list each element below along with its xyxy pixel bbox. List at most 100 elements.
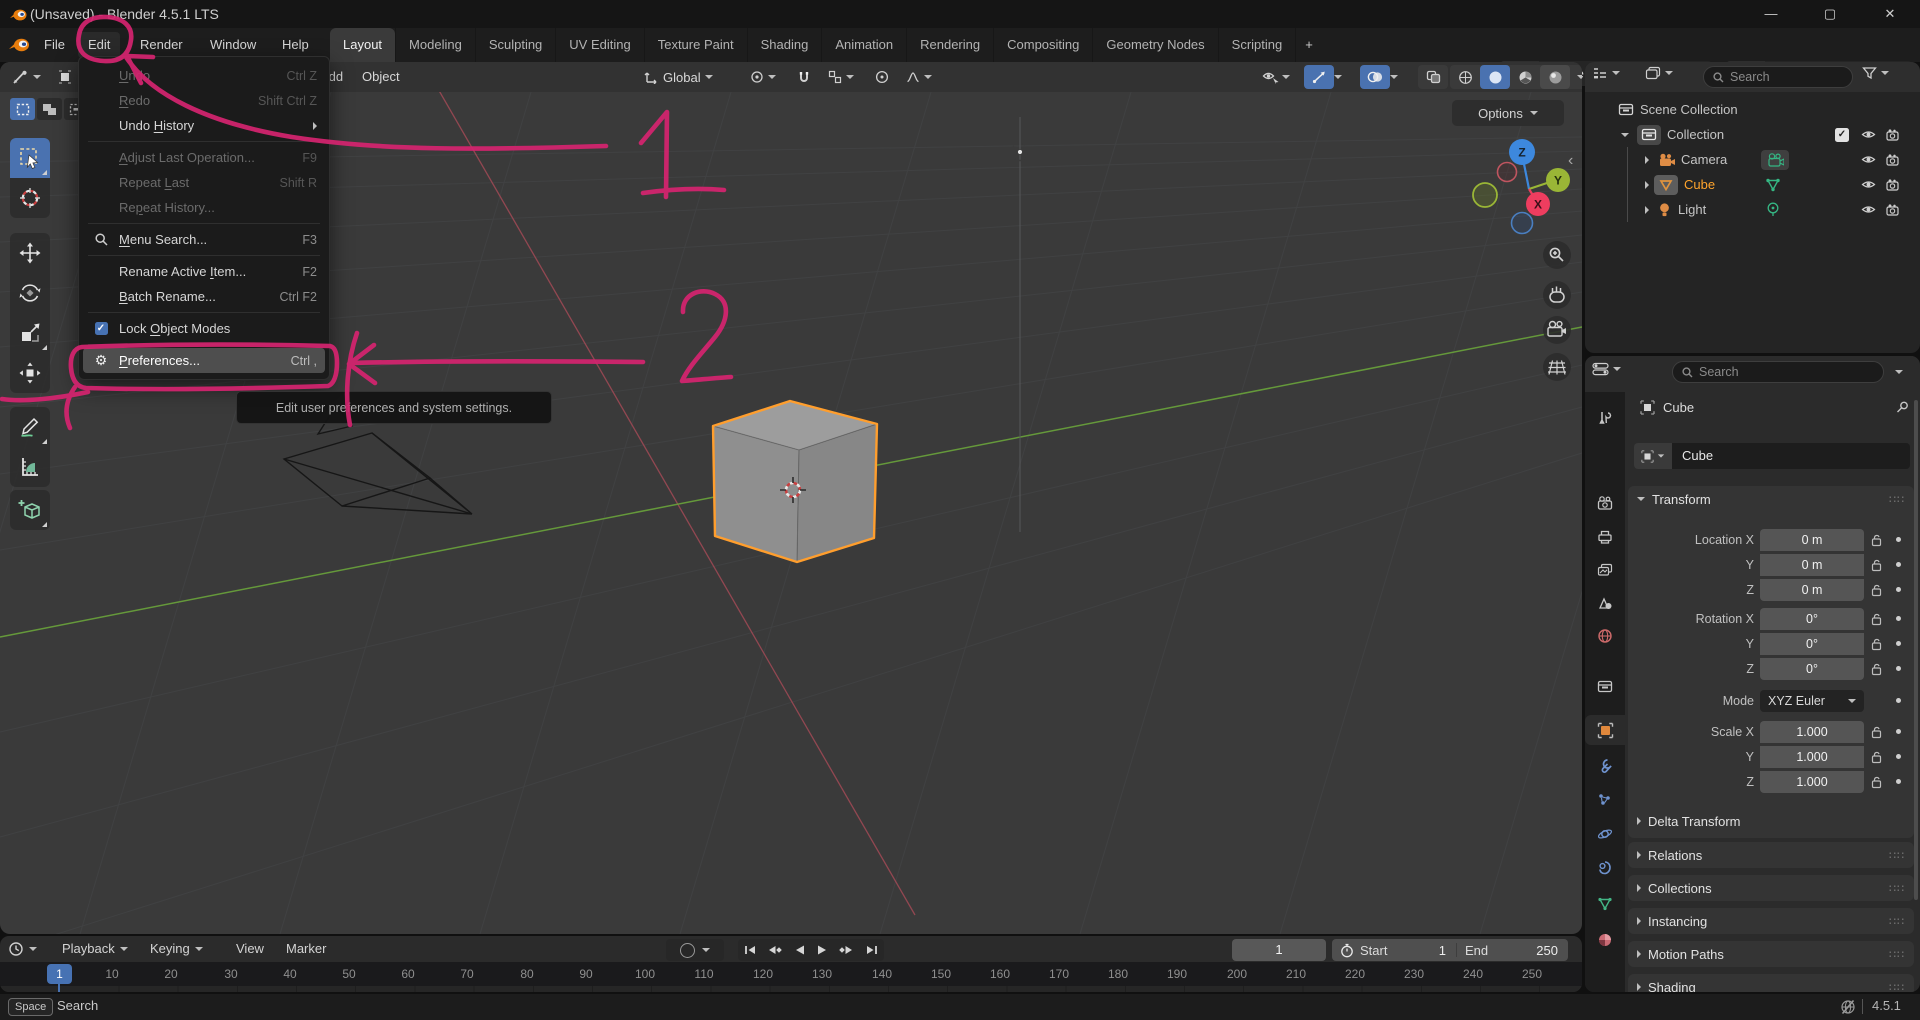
lock-icon[interactable] xyxy=(1871,637,1883,651)
minimize-button[interactable]: — xyxy=(1748,0,1794,28)
disable-render-camera-icon[interactable] xyxy=(1886,154,1901,166)
outliner-row-collection[interactable]: Collection ✓ xyxy=(1585,122,1920,147)
view-menu[interactable]: View xyxy=(236,936,264,962)
motion-paths-panel[interactable]: Motion Paths∷∷ xyxy=(1628,941,1914,967)
expand-icon[interactable] xyxy=(1645,181,1649,189)
tab-sculpting[interactable]: Sculpting xyxy=(475,28,555,62)
tool-move[interactable] xyxy=(10,233,50,273)
animate-dot[interactable] xyxy=(1896,666,1901,671)
outliner-search-input[interactable]: Search xyxy=(1703,66,1853,88)
location-z-field[interactable]: 0 m xyxy=(1760,579,1864,601)
tool-scale[interactable] xyxy=(10,313,50,353)
outliner-row-light[interactable]: Light xyxy=(1585,197,1920,222)
tab-collection[interactable] xyxy=(1585,671,1625,701)
maximize-button[interactable]: ▢ xyxy=(1807,0,1853,28)
options-dropdown[interactable]: Options xyxy=(1452,100,1564,126)
object-type-dropdown[interactable] xyxy=(1634,443,1672,469)
menu-item-rename-active-item[interactable]: Rename Active Item... F2 xyxy=(79,259,329,284)
animate-dot[interactable] xyxy=(1896,779,1901,784)
transform-panel-header[interactable]: Transform ∷∷ xyxy=(1628,486,1914,512)
tool-annotate[interactable] xyxy=(10,407,50,447)
jump-to-end-button[interactable] xyxy=(865,944,879,956)
tool-rotate[interactable] xyxy=(10,273,50,313)
pivot-point-dropdown[interactable] xyxy=(744,65,782,89)
gizmos-dropdown[interactable] xyxy=(1332,65,1344,89)
outliner-filter-button[interactable] xyxy=(1862,66,1889,80)
expand-icon[interactable] xyxy=(1645,156,1649,164)
hide-eye-icon[interactable] xyxy=(1861,154,1876,165)
viewport-menu-object[interactable]: Object xyxy=(362,62,400,92)
relations-panel[interactable]: Relations∷∷ xyxy=(1628,842,1914,868)
lock-icon[interactable] xyxy=(1871,725,1883,739)
scale-y-field[interactable]: 1.000 xyxy=(1760,746,1864,768)
location-x-field[interactable]: 0 m xyxy=(1760,529,1864,551)
close-button[interactable]: ✕ xyxy=(1867,0,1913,28)
menu-item-undo-history[interactable]: Undo History xyxy=(79,113,329,138)
scale-x-field[interactable]: 1.000 xyxy=(1760,721,1864,743)
menu-item-repeat-history[interactable]: Repeat History... xyxy=(79,195,329,220)
tab-scene[interactable] xyxy=(1585,588,1625,618)
tab-tool[interactable] xyxy=(1585,403,1625,433)
drag-handle-icon[interactable]: ∷∷ xyxy=(1889,915,1905,928)
disable-render-camera-icon[interactable] xyxy=(1886,129,1901,141)
tab-view-layer[interactable] xyxy=(1585,555,1625,585)
breadcrumb-label[interactable]: Cube xyxy=(1663,400,1694,415)
playback-menu[interactable]: Playback xyxy=(62,936,128,962)
delta-transform-header[interactable]: Delta Transform xyxy=(1628,808,1914,834)
rotation-x-field[interactable]: 0° xyxy=(1760,608,1864,630)
animate-dot[interactable] xyxy=(1896,537,1901,542)
shading-material-button[interactable] xyxy=(1510,65,1540,89)
shading-dropdown[interactable] xyxy=(1570,65,1582,89)
rotation-mode-dropdown[interactable]: XYZ Euler xyxy=(1760,690,1864,712)
tab-object-data[interactable] xyxy=(1585,889,1625,919)
drag-handle-icon[interactable]: ∷∷ xyxy=(1889,849,1905,862)
outliner-filter-id-button[interactable] xyxy=(1645,66,1673,80)
animate-dot[interactable] xyxy=(1896,616,1901,621)
shading-solid-button[interactable] xyxy=(1480,65,1510,89)
tool-select-box[interactable] xyxy=(10,138,50,178)
menu-file[interactable]: File xyxy=(34,32,75,58)
expand-icon[interactable] xyxy=(1645,206,1649,214)
tab-world[interactable] xyxy=(1585,621,1625,651)
menu-help[interactable]: Help xyxy=(272,32,319,58)
object-name-field[interactable]: Cube xyxy=(1672,443,1910,469)
pin-icon[interactable] xyxy=(1895,400,1910,415)
shading-wireframe-button[interactable] xyxy=(1450,65,1480,89)
menu-item-batch-rename[interactable]: Batch Rename... Ctrl F2 xyxy=(79,284,329,309)
tab-modeling[interactable]: Modeling xyxy=(395,28,475,62)
outliner-display-mode-button[interactable] xyxy=(1592,66,1620,80)
tab-physics[interactable] xyxy=(1585,819,1625,849)
instancing-panel[interactable]: Instancing∷∷ xyxy=(1628,908,1914,934)
drag-handle-icon[interactable]: ∷∷ xyxy=(1889,981,1905,993)
animate-dot[interactable] xyxy=(1896,641,1901,646)
blender-logo-icon[interactable] xyxy=(8,35,30,53)
tab-render[interactable] xyxy=(1585,488,1625,518)
lock-icon[interactable] xyxy=(1871,662,1883,676)
outliner-row-scene-collection[interactable]: Scene Collection xyxy=(1585,97,1920,122)
animate-dot[interactable] xyxy=(1896,562,1901,567)
overlays-dropdown[interactable] xyxy=(1388,65,1400,89)
tab-constraints[interactable] xyxy=(1585,853,1625,883)
menu-item-lock-object-modes[interactable]: ✓ Lock Object Modes xyxy=(79,316,329,341)
timeline-editor-type-button[interactable] xyxy=(8,936,37,962)
tab-particles[interactable] xyxy=(1585,785,1625,815)
scale-z-field[interactable]: 1.000 xyxy=(1760,771,1864,793)
overlays-toggle[interactable] xyxy=(1360,65,1390,89)
auto-keying-toggle[interactable] xyxy=(666,939,724,961)
properties-scrollbar[interactable] xyxy=(1914,400,1918,900)
lock-icon[interactable] xyxy=(1871,533,1883,547)
select-mode-extend-button[interactable] xyxy=(37,98,62,120)
tool-measure[interactable] xyxy=(10,447,50,487)
location-y-field[interactable]: 0 m xyxy=(1760,554,1864,576)
hide-eye-icon[interactable] xyxy=(1861,129,1876,140)
previous-keyframe-button[interactable] xyxy=(767,944,783,956)
axis-neg-z[interactable] xyxy=(1512,213,1533,234)
menu-render[interactable]: Render xyxy=(130,32,193,58)
next-keyframe-button[interactable] xyxy=(838,944,854,956)
lock-icon[interactable] xyxy=(1871,583,1883,597)
animate-dot[interactable] xyxy=(1896,587,1901,592)
rotation-y-field[interactable]: 0° xyxy=(1760,633,1864,655)
snap-settings-dropdown[interactable] xyxy=(822,65,860,89)
tab-animation[interactable]: Animation xyxy=(821,28,906,62)
hide-eye-icon[interactable] xyxy=(1861,179,1876,190)
